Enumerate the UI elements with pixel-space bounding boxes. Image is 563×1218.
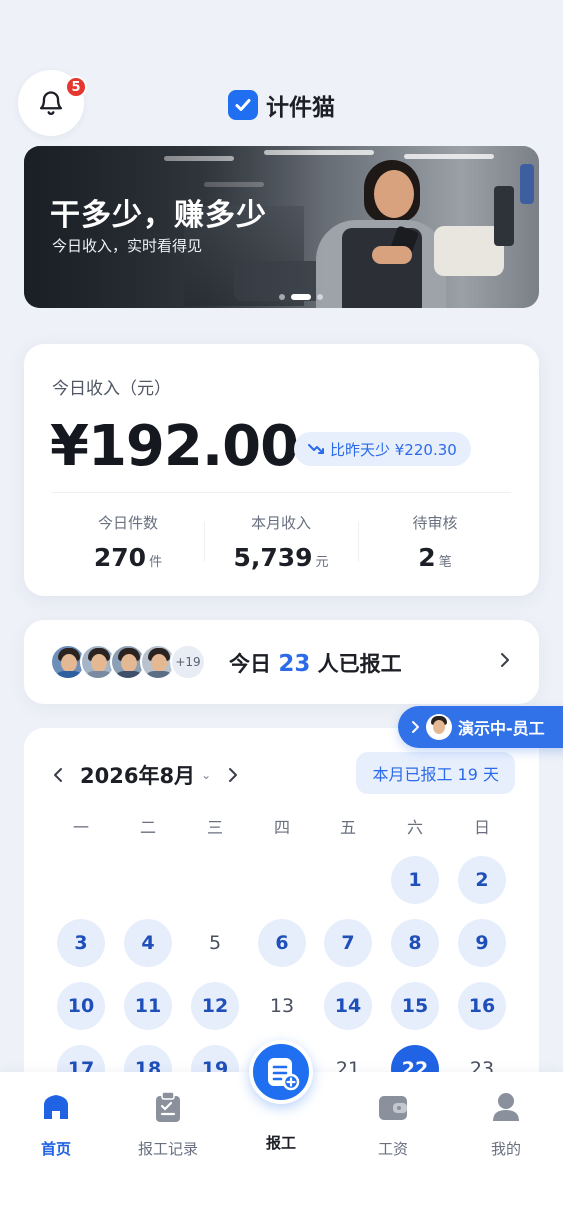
stat-today-pieces[interactable]: 今日件数 270 件 [53,512,203,572]
chevron-right-icon [501,653,509,667]
calendar-day[interactable]: 11 [124,982,172,1030]
stat-unit: 笔 [438,555,452,570]
weekday-label: 六 [406,818,423,837]
stat-label: 待审核 [412,514,458,532]
banner-title: 干多少，赚多少 [50,198,267,233]
banner-subtitle: 今日收入，实时看得见 [52,237,203,255]
reported-today-card[interactable]: +19 今日 23 人已报工 [24,620,539,704]
demo-label: 演示中-员工 [458,719,545,738]
calendar-day[interactable]: 8 [391,919,439,967]
stat-unit: 元 [315,555,329,570]
calendar-day[interactable]: 5 [191,919,239,967]
stat-pending-review[interactable]: 待审核 2笔 [360,512,510,572]
reported-suffix: 人已报工 [317,652,402,676]
divider [52,492,511,493]
weekday-label: 一 [72,818,89,837]
stat-label: 本月收入 [250,514,311,532]
stat-value: 5,739 [233,543,313,572]
calendar-day[interactable]: 4 [124,919,172,967]
app-brand: 计件猫 [0,88,563,122]
reported-summary: 今日 23 人已报工 [229,648,402,678]
banner-pagination[interactable] [279,294,323,300]
nav-salary[interactable]: 工资 [348,1090,438,1159]
wallet-icon [379,1096,407,1120]
nav-report-records[interactable]: 报工记录 [123,1090,213,1159]
avatar-more-count: +19 [170,644,206,680]
calendar-day[interactable]: 9 [458,919,506,967]
income-card: 今日收入（元） ¥192.00 比昨天少 ¥220.30 今日件数 270 件 本… [24,344,539,596]
banner-dot[interactable] [317,294,323,300]
user-icon [493,1093,519,1121]
stat-divider [204,522,205,562]
weekday-label: 二 [139,818,156,837]
reported-prefix: 今日 [229,652,271,676]
stat-divider [358,522,359,562]
stat-value: 270 [93,543,147,572]
banner-dot[interactable] [279,294,285,300]
promo-banner[interactable]: 干多少，赚多少 今日收入，实时看得见 [24,146,539,308]
calendar-day[interactable]: 15 [391,982,439,1030]
nav-label: 我的 [490,1140,521,1158]
calendar-day[interactable]: 13 [258,982,306,1030]
calendar-card: 2026年8月 ⌄ 本月已报工 19 天 一 二 三 四 五 六 日 1 2 3 4 5 6 7 8 9 10… [24,728,539,1088]
income-label: 今日收入（元） [52,379,171,399]
reported-count: 23 [278,651,311,677]
logo-check-icon [228,90,258,120]
month-reported-badge: 本月已报工 19 天 [356,752,515,794]
calendar-day[interactable]: 10 [57,982,105,1030]
weekday-label: 四 [273,818,290,837]
calendar-day[interactable]: 6 [258,919,306,967]
calendar-month[interactable]: 2026年8月 [80,760,195,790]
calendar-day[interactable]: 12 [191,982,239,1030]
income-compare-text: 比昨天少 ¥220.30 [330,440,457,459]
stat-month-income[interactable]: 本月收入 5,739 元 [206,512,356,572]
stat-label: 今日件数 [97,514,158,532]
nav-label: 工资 [377,1140,408,1158]
stat-unit: 件 [149,555,163,570]
calendar-day[interactable]: 14 [324,982,372,1030]
demo-avatar [426,714,452,740]
nav-home[interactable]: 首页 [11,1090,101,1159]
calendar-nav: 2026年8月 ⌄ [52,760,239,790]
banner-dot-active[interactable] [291,294,311,300]
weekday-label: 日 [473,818,490,837]
next-month-icon[interactable] [227,766,239,784]
trend-down-icon [308,444,324,454]
app-name: 计件猫 [266,95,335,121]
weekday-label: 五 [339,818,356,837]
stat-value: 2 [418,543,436,572]
demo-role-switch[interactable]: 演示中-员工 [398,706,563,748]
report-work-button[interactable] [249,1040,313,1104]
calendar-day[interactable]: 16 [458,982,506,1030]
nav-label: 首页 [40,1140,71,1158]
nav-mine[interactable]: 我的 [461,1090,551,1159]
avatar-group: +19 [50,644,206,680]
calendar-day[interactable]: 3 [57,919,105,967]
clipboard-icon [156,1091,180,1122]
income-compare-badge: 比昨天少 ¥220.30 [294,432,471,466]
calendar-day[interactable]: 2 [458,856,506,904]
income-amount: ¥192.00 [50,414,299,479]
chevron-right-icon [412,721,419,733]
calendar-day[interactable]: 7 [324,919,372,967]
weekday-label: 三 [206,818,223,837]
prev-month-icon[interactable] [52,766,64,784]
nav-label-report: 报工 [265,1134,296,1152]
report-add-icon [268,1058,300,1091]
home-icon [44,1095,68,1119]
calendar-day[interactable]: 1 [391,856,439,904]
nav-label: 报工记录 [137,1140,198,1158]
chevron-down-icon[interactable]: ⌄ [201,768,211,782]
